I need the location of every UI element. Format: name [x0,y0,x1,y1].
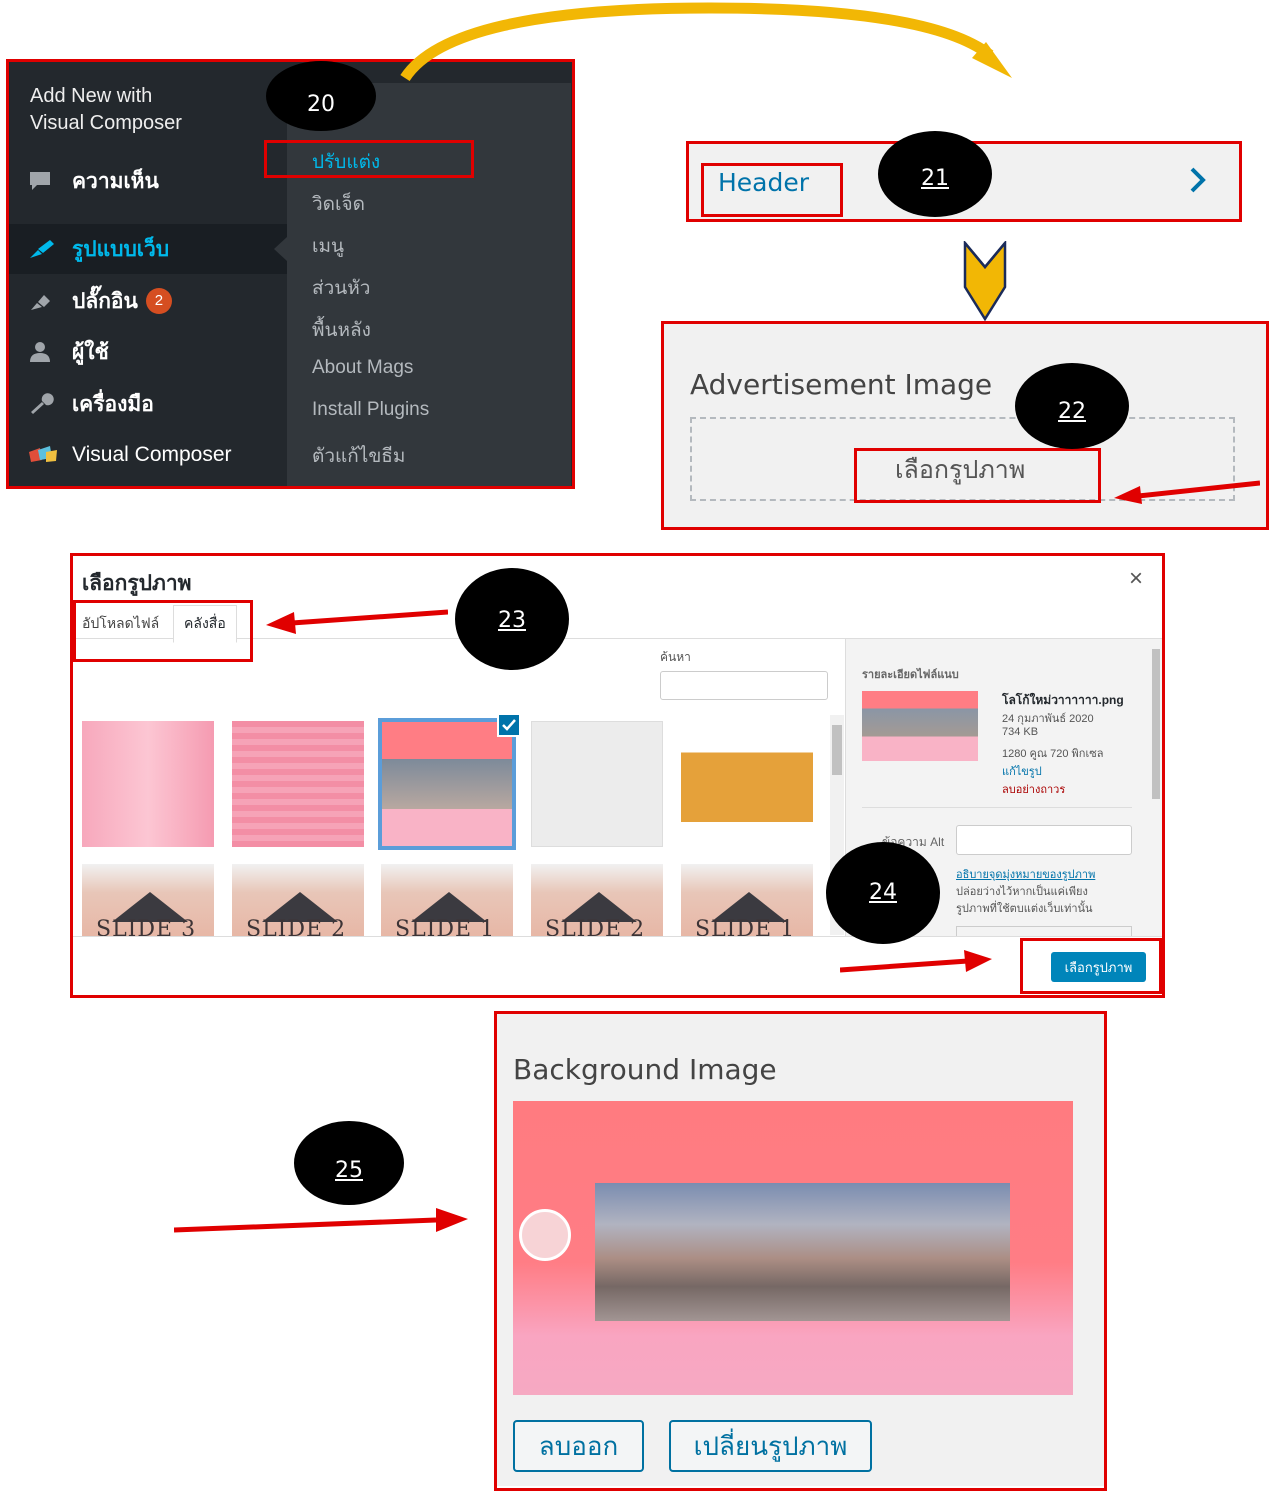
step-bubble: 24 [826,842,940,944]
highlight-customize [264,140,474,178]
highlight-select-button [1020,938,1162,994]
red-arrow-icon [1114,480,1260,504]
step-bubble: 21 [878,131,992,217]
red-arrow-icon [174,1208,468,1233]
red-arrow-icon [840,950,992,973]
curved-arrow-icon [400,2,1012,82]
red-arrow-icon [266,609,448,634]
down-arrow-icon [963,241,1007,321]
highlight-tabs [73,600,253,662]
highlight-header [701,163,843,217]
step-bubble: 25 [294,1121,404,1205]
highlight-frame [494,1011,1107,1491]
highlight-select-image [854,448,1101,503]
step-bubble: 20 [266,61,376,131]
step-bubble: 23 [455,568,569,670]
step-bubble: 22 [1015,363,1129,449]
